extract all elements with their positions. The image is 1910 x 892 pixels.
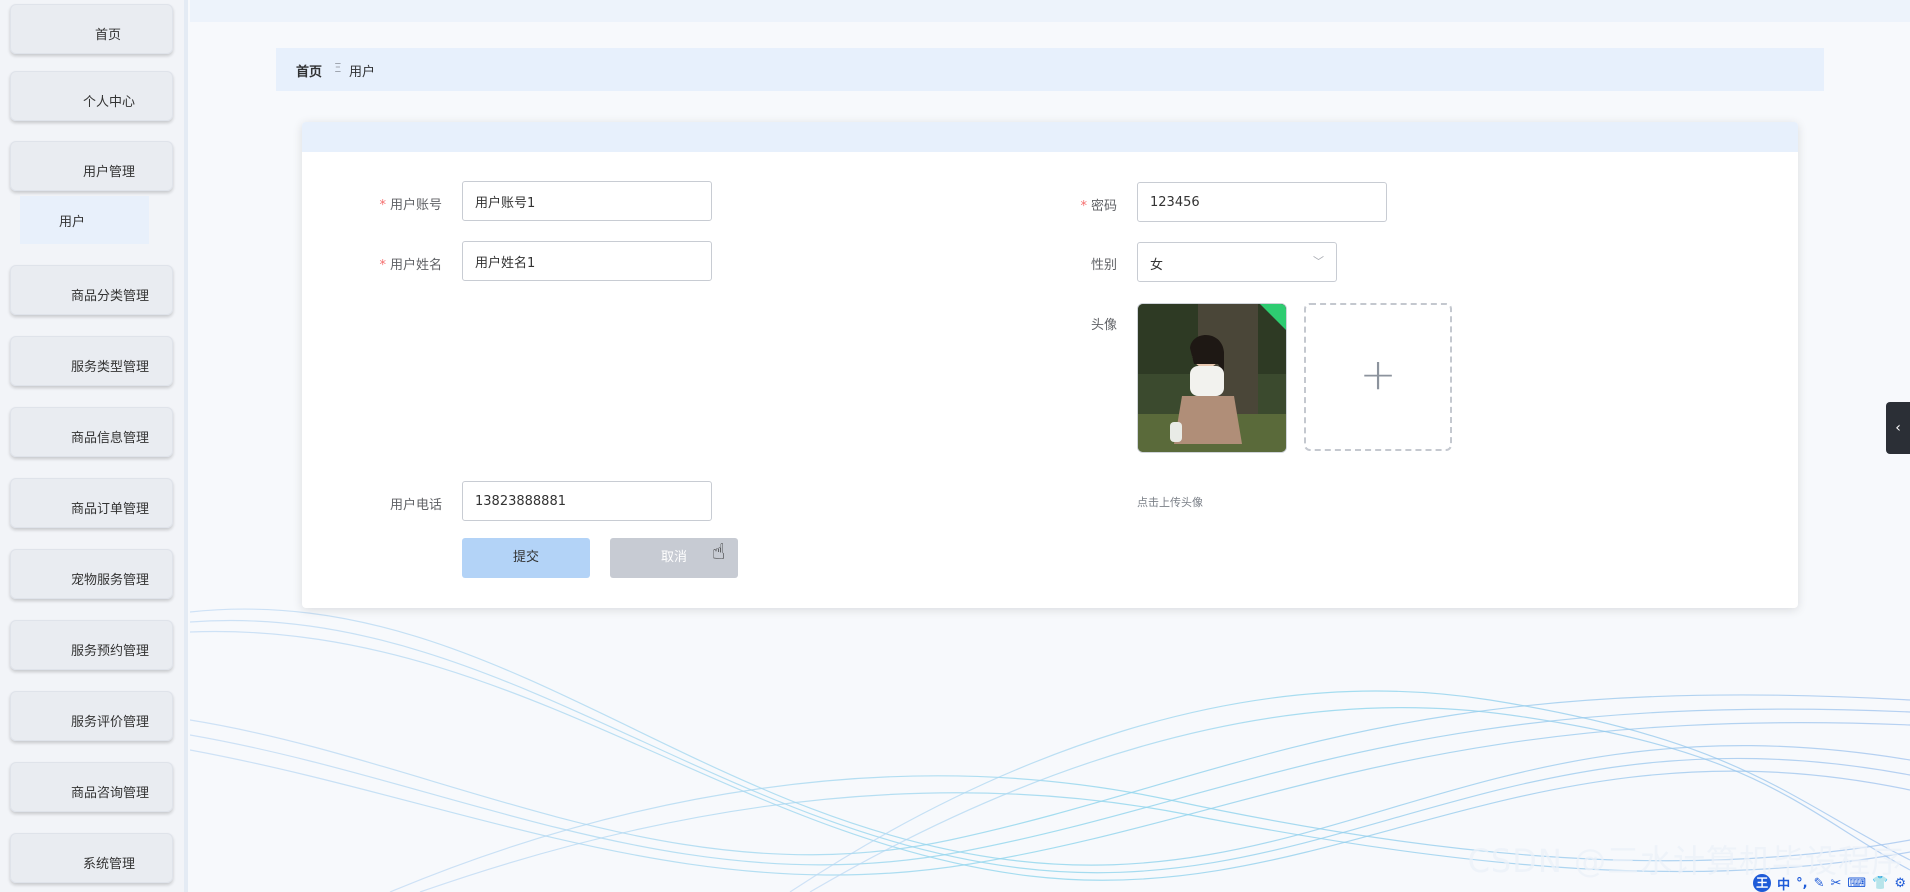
breadcrumb-separator: Ξ [334,61,342,75]
avatar-image[interactable] [1137,303,1287,453]
breadcrumb-home-link[interactable]: 首页 [296,61,322,80]
sidebar-item-service-type-management[interactable]: 服务类型管理 [10,336,173,386]
gender-select[interactable]: 女 ﹀ [1137,242,1337,282]
sidebar-item-label: 首页 [94,28,121,43]
scissors-icon: ✂ [1830,875,1842,891]
password-input[interactable] [1137,182,1387,222]
sidebar-item-profile[interactable]: 个人中心 [10,71,173,121]
chevron-down-icon: ﹀ [1313,255,1324,268]
avatar-label: 头像 [977,314,1117,333]
shirt-icon: 👕 [1872,875,1889,891]
sidebar-item-label: 商品订单管理 [70,502,149,517]
sidebar-item-consult-management[interactable]: 商品咨询管理 [10,762,173,812]
sidebar-item-booking-management[interactable]: 服务预约管理 [10,620,173,670]
required-mark: * [379,258,386,273]
sidebar-item-label: 个人中心 [82,95,135,110]
required-mark: * [379,198,386,213]
sidebar: 首页 个人中心 用户管理 用户 商品分类管理 服务类型管理 商品信息管理 商品订… [0,0,188,892]
account-label: * 用户账号 [302,194,442,213]
avatar-upload-hint: 点击上传头像 [1137,496,1203,509]
breadcrumb: 首页 Ξ 用户 [276,48,1824,91]
password-label-text: 密码 [1090,199,1117,214]
sidebar-item-product-info-management[interactable]: 商品信息管理 [10,407,173,457]
sidebar-item-category-management[interactable]: 商品分类管理 [10,265,173,315]
gender-select-value: 女 [1150,258,1164,273]
sidebar-item-order-management[interactable]: 商品订单管理 [10,478,173,528]
sidebar-item-label: 商品分类管理 [70,289,149,304]
pen-icon: ✎ [1813,875,1825,891]
sidebar-item-label: 用户管理 [82,165,135,180]
ime-punctuation-icon: °, [1796,875,1808,891]
sidebar-item-label: 商品咨询管理 [70,786,149,801]
sidebar-item-label: 商品信息管理 [70,431,149,446]
ime-mode: 中 [1777,877,1791,892]
account-input[interactable] [462,181,712,221]
sidebar-item-label: 服务类型管理 [70,360,149,375]
name-label: * 用户姓名 [302,254,442,273]
sidebar-item-label: 宠物服务管理 [70,573,149,588]
sidebar-subitem-user[interactable]: 用户 [20,196,149,244]
account-label-text: 用户账号 [389,198,442,213]
sidebar-item-user-management[interactable]: 用户管理 [10,141,173,191]
gear-icon: ⚙ [1894,875,1906,891]
sidebar-item-label: 系统管理 [82,857,135,872]
phone-label-text: 用户电话 [389,498,442,513]
sidebar-item-pet-service-management[interactable]: 宠物服务管理 [10,549,173,599]
ime-toolbar[interactable]: 王 中 °, ✎ ✂ ⌨ 👕 ⚙ [1753,874,1906,892]
gender-label-text: 性别 [1090,258,1117,273]
sidebar-item-label: 服务评价管理 [70,715,149,730]
chevron-left-icon: ‹ [1895,420,1901,436]
sidebar-subitem-label: 用户 [59,215,86,230]
avatar-photo [1138,304,1286,452]
user-form-card: *用户账号 *密码 *用户姓名 性别 女 ﹀ 头像 [302,122,1798,608]
name-input[interactable] [462,241,712,281]
required-mark: * [1080,199,1087,214]
gender-label: 性别 [977,254,1117,273]
avatar-label-text: 头像 [1090,318,1117,333]
main-content: 首页 Ξ 用户 *用户账号 *密码 *用户姓名 性别 女 ﹀ 头像 [190,0,1910,892]
sidebar-item-system-management[interactable]: 系统管理 [10,833,173,883]
cancel-button[interactable]: 取消 [610,538,738,578]
keyboard-icon: ⌨ [1847,875,1867,891]
ime-badge: 王 [1753,874,1772,892]
breadcrumb-current: 用户 [349,65,376,80]
submit-button[interactable]: 提交 [462,538,590,578]
password-label: * 密码 [977,195,1117,214]
avatar-upload-box[interactable]: + [1304,303,1452,451]
phone-label: 用户电话 [302,494,442,513]
plus-icon: + [1359,349,1397,401]
sidebar-item-home[interactable]: 首页 [10,4,173,54]
collapse-panel-tab[interactable]: ‹ [1886,402,1910,454]
sidebar-item-review-management[interactable]: 服务评价管理 [10,691,173,741]
sidebar-item-label: 服务预约管理 [70,644,149,659]
name-label-text: 用户姓名 [389,258,442,273]
phone-input[interactable] [462,481,712,521]
card-header [302,122,1798,152]
